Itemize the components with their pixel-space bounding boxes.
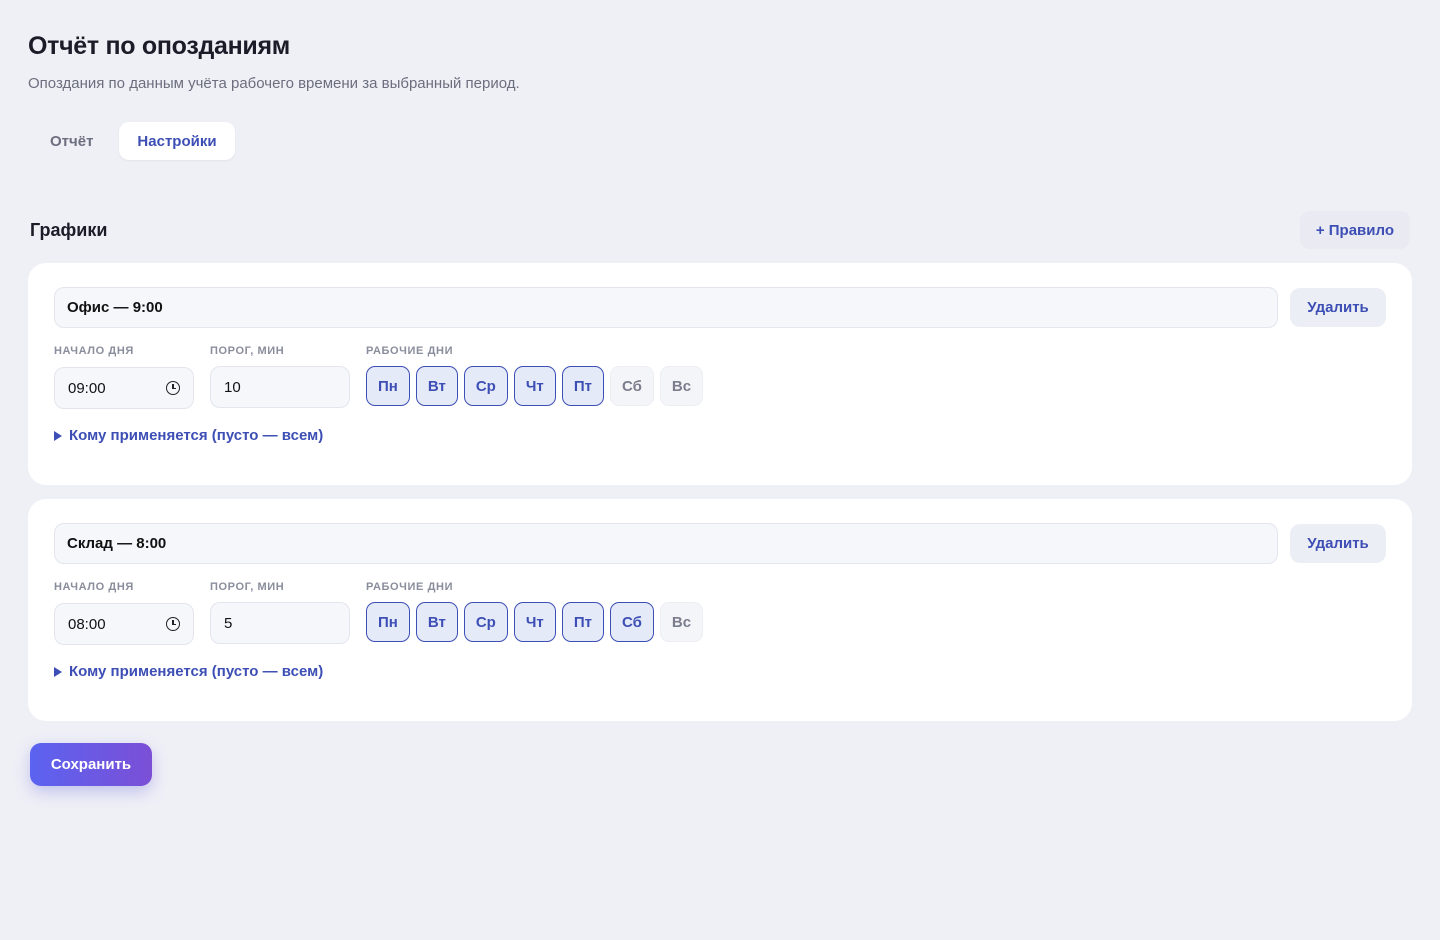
tab-bar: Отчёт Настройки [28,122,235,160]
day-toggle-wed[interactable]: Ср [463,602,508,642]
schedule-name-input[interactable]: Склад — 8:00 [54,523,1278,564]
day-toggle-fri[interactable]: Пт [561,602,604,642]
clock-icon[interactable] [166,617,180,631]
threshold-input[interactable]: 5 [210,602,350,644]
page-subtitle: Опоздания по данным учёта рабочего време… [28,75,520,92]
day-toggle-mon[interactable]: Пн [366,602,410,642]
tab-report[interactable]: Отчёт [28,122,115,160]
page-title: Отчёт по опозданиям [28,32,290,60]
start-time-value: 08:00 [68,615,106,633]
applies-to-label: Кому применяется (пусто — всем) [69,427,324,444]
tab-settings[interactable]: Настройки [119,122,235,160]
applies-to-label: Кому применяется (пусто — всем) [69,663,324,680]
triangle-right-icon [54,666,62,677]
applies-to-toggle[interactable]: Кому применяется (пусто — всем) [54,663,323,680]
schedule-name-input[interactable]: Офис — 9:00 [54,287,1278,328]
schedule-card: Офис — 9:00 Удалить НАЧАЛО ДНЯ ПОРОГ, МИ… [28,263,1412,485]
start-time-input[interactable]: 08:00 [54,603,194,645]
day-toggle-fri[interactable]: Пт [561,366,604,406]
save-button[interactable]: Сохранить [30,743,152,786]
day-toggle-sat[interactable]: Сб [609,366,654,406]
start-time-value: 09:00 [68,379,106,397]
start-label: НАЧАЛО ДНЯ [54,581,134,593]
schedule-card: Склад — 8:00 Удалить НАЧАЛО ДНЯ ПОРОГ, М… [28,499,1412,721]
day-toggle-sun[interactable]: Вс [659,366,704,406]
threshold-label: ПОРОГ, МИН [210,345,285,357]
applies-to-toggle[interactable]: Кому применяется (пусто — всем) [54,427,323,444]
section-title: Графики [30,219,108,240]
delete-schedule-button[interactable]: Удалить [1290,288,1386,327]
threshold-label: ПОРОГ, МИН [210,581,285,593]
day-toggle-thu[interactable]: Чт [513,366,556,406]
add-rule-button[interactable]: + Правило [1299,211,1410,249]
day-toggle-thu[interactable]: Чт [513,602,556,642]
start-label: НАЧАЛО ДНЯ [54,345,134,357]
clock-icon[interactable] [166,381,180,395]
day-toggle-sun[interactable]: Вс [659,602,704,642]
day-toggle-mon[interactable]: Пн [366,366,410,406]
day-toggle-tue[interactable]: Вт [415,602,458,642]
page: Отчёт по опозданиям Опоздания по данным … [0,0,1440,940]
triangle-right-icon [54,430,62,441]
start-time-input[interactable]: 09:00 [54,367,194,409]
workdays-group: Пн Вт Ср Чт Пт Сб Вс [366,366,704,406]
delete-schedule-button[interactable]: Удалить [1290,524,1386,563]
workdays-label: РАБОЧИЕ ДНИ [366,581,454,593]
day-toggle-sat[interactable]: Сб [609,602,654,642]
day-toggle-wed[interactable]: Ср [463,366,508,406]
section-header: Графики + Правило [30,210,1410,250]
day-toggle-tue[interactable]: Вт [415,366,458,406]
threshold-input[interactable]: 10 [210,366,350,408]
workdays-group: Пн Вт Ср Чт Пт Сб Вс [366,602,704,642]
workdays-label: РАБОЧИЕ ДНИ [366,345,454,357]
